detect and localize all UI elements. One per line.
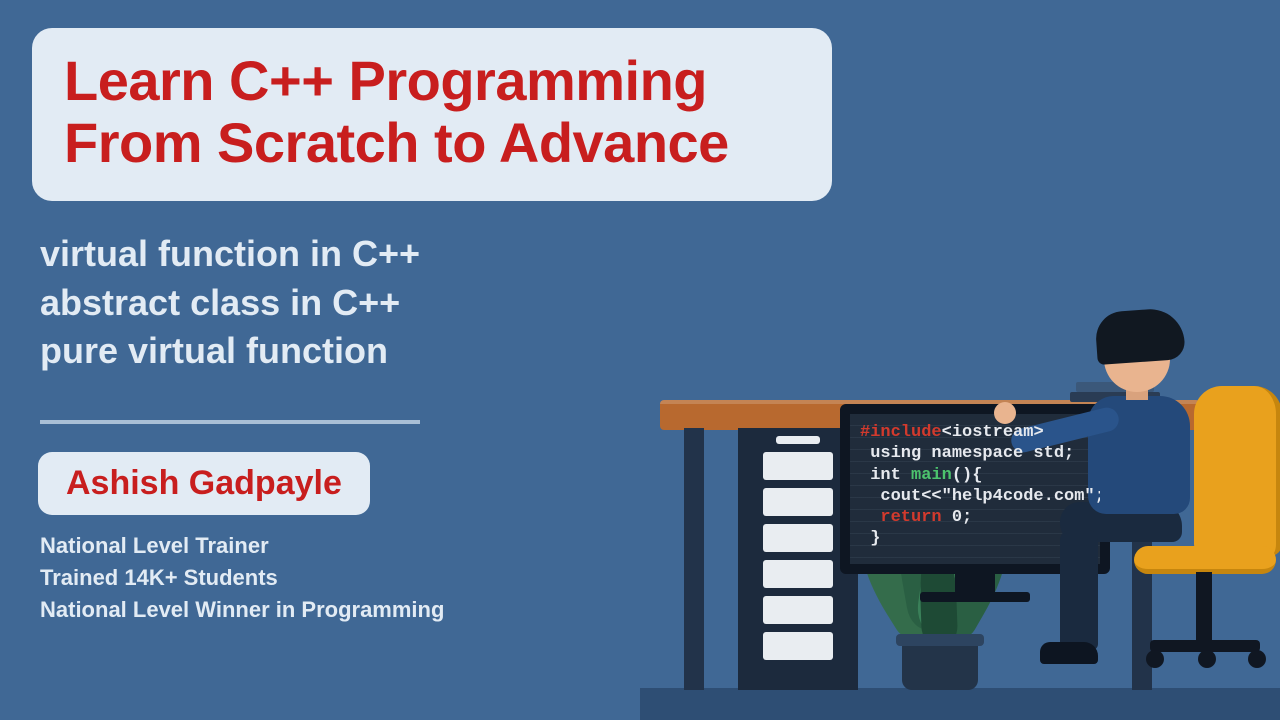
topics-list: virtual function in C++ abstract class i… [40, 230, 560, 376]
code-line: } [860, 528, 1090, 549]
section-divider [40, 420, 420, 424]
course-title-card: Learn C++ Programming From Scratch to Ad… [32, 28, 832, 201]
code-screen: #include<iostream> using namespace std; … [840, 404, 1110, 574]
title-line-2: From Scratch to Advance [64, 112, 800, 174]
credential-line: National Level Trainer [40, 530, 444, 562]
illustration-scene: #include<iostream> using namespace std; … [640, 200, 1280, 720]
credential-line: National Level Winner in Programming [40, 594, 444, 626]
floor [640, 688, 1280, 720]
author-name: Ashish Gadpayle [66, 464, 342, 503]
author-credentials: National Level Trainer Trained 14K+ Stud… [40, 530, 444, 626]
code-token: int [860, 466, 911, 485]
code-token: <iostream> [942, 423, 1044, 442]
code-token: #include [860, 423, 942, 442]
code-token: 0; [942, 508, 973, 527]
topic-item: pure virtual function [40, 327, 560, 376]
topic-item: virtual function in C++ [40, 230, 560, 279]
code-token: (){ [952, 466, 983, 485]
code-line: cout<<"help4code.com"; [860, 486, 1090, 507]
code-token: main [911, 466, 952, 485]
author-card: Ashish Gadpayle [38, 452, 370, 515]
code-token: return [860, 508, 942, 527]
topic-item: abstract class in C++ [40, 279, 560, 328]
title-line-1: Learn C++ Programming [64, 50, 800, 112]
credential-line: Trained 14K+ Students [40, 562, 444, 594]
code-line: using namespace std; [860, 443, 1090, 464]
